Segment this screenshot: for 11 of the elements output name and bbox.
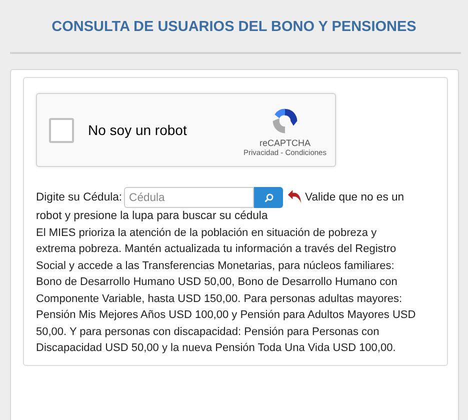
page-title: CONSULTA DE USUARIOS DEL BONO Y PENSIONES bbox=[50, 18, 418, 37]
search-hint: Valide que no es un bbox=[305, 191, 404, 204]
info-paragraph: El MIES prioriza la atención de la población en situación de pobreza y extrema pobreza. Mantén actualizada tu información a través del Registro Social y accede a las Transferencias Monetarias, para núcleos familiares: Bono de Desarrollo Humano USD 50,00, Bono de Desarrollo Humano con Componente Variable, hasta USD 150,00. Para personas adultas mayores: Pensión Mis Mejores Años USD 100,00 y Pensión para Adultos Mayores USD 50,00. Y para personas con discapacidad: Pensión para Personas con Discapacidad USD 50,00 y la nueva Pensión Toda Una Vida USD 100,00. bbox=[36, 226, 417, 356]
captcha-checkbox[interactable] bbox=[49, 118, 74, 142]
captcha-label: No soy un robot bbox=[88, 122, 188, 138]
search-button[interactable] bbox=[254, 187, 284, 208]
search-hint: robot y presione la lupa para buscar su cédula bbox=[36, 210, 268, 222]
captcha-brand: reCAPTCHA bbox=[259, 138, 310, 148]
cedula-field[interactable]: Cédula bbox=[124, 187, 254, 208]
cedula-label: Digite su Cédula: bbox=[36, 191, 122, 204]
search-icon bbox=[264, 192, 274, 202]
